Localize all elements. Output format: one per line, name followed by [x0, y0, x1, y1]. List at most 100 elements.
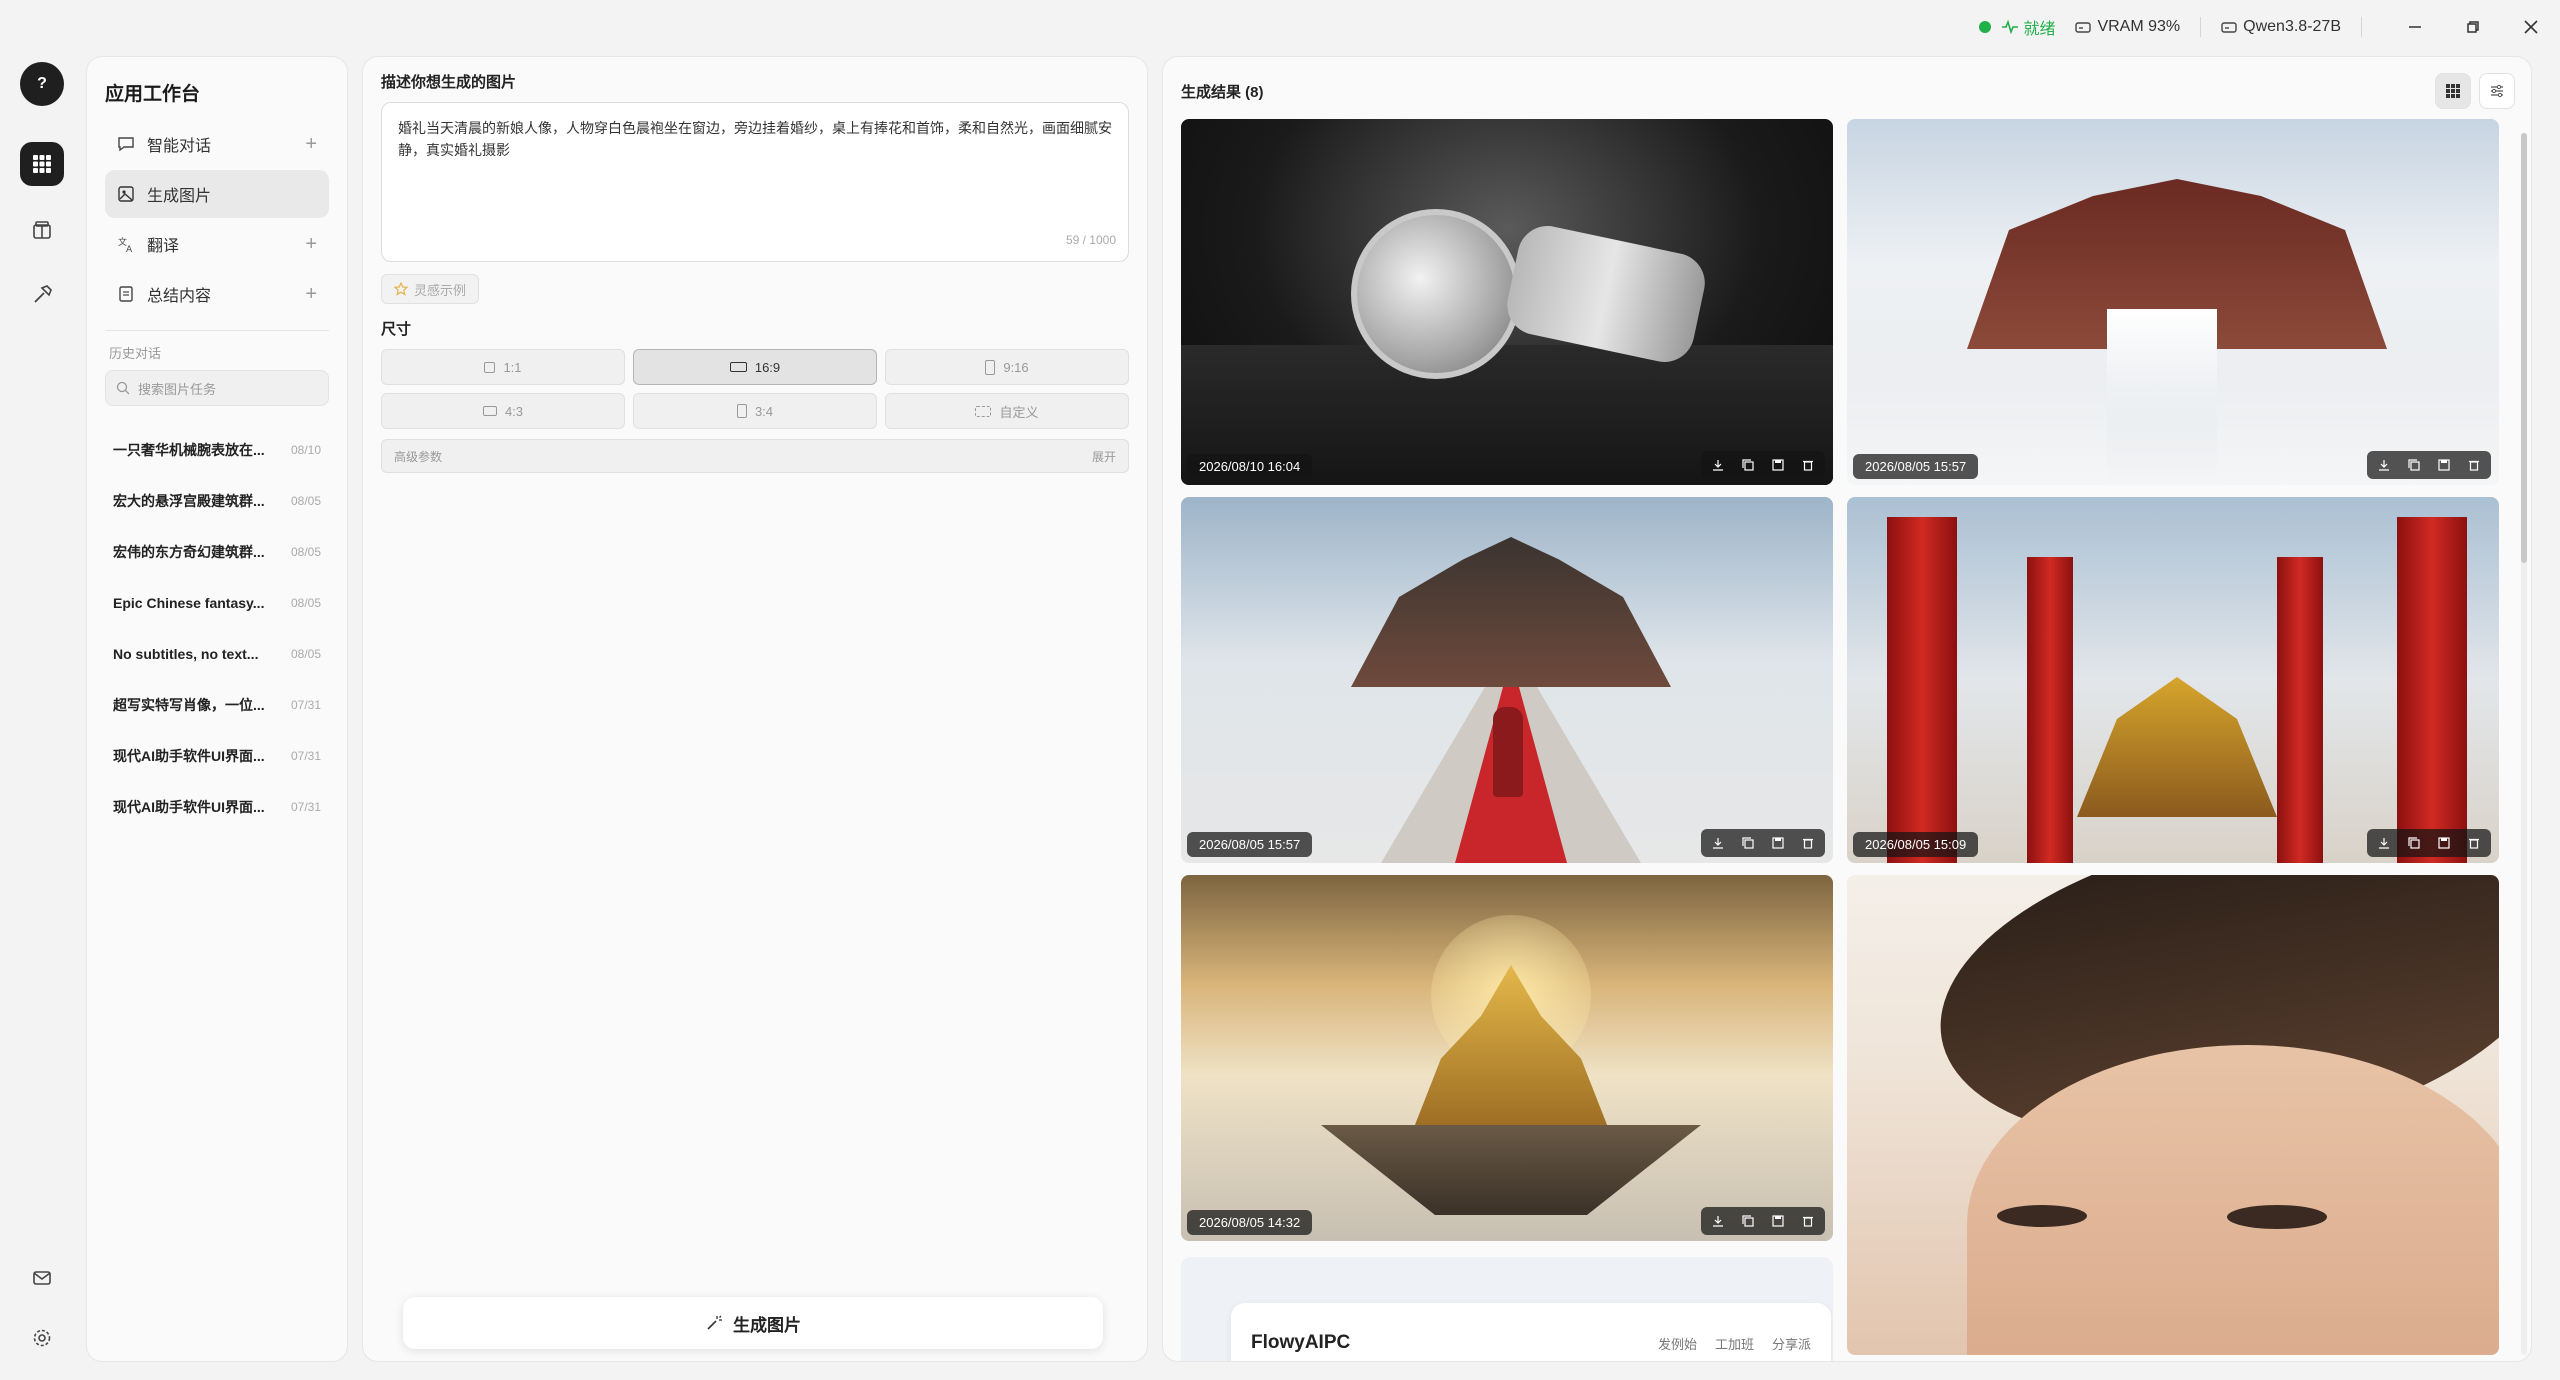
size-option-4-3[interactable]: 4:3	[381, 393, 625, 429]
status-divider	[2200, 17, 2202, 37]
generate-image-button[interactable]: 生成图片	[403, 1297, 1103, 1349]
size-label: 9:16	[1003, 359, 1029, 375]
grid-view-button[interactable]	[2435, 73, 2471, 109]
status-dot-icon	[1979, 21, 1992, 33]
history-item[interactable]: Epic Chinese fantasy... 08/05	[105, 577, 329, 628]
delete-icon[interactable]	[1799, 456, 1817, 474]
generate-label: 生成图片	[733, 1315, 801, 1335]
size-option-1-1[interactable]: 1:1	[381, 349, 625, 385]
rail-tools-button[interactable]	[20, 272, 64, 316]
timestamp: 2026/08/05 15:57	[1853, 454, 1979, 479]
image-toolbar	[1701, 1207, 1825, 1235]
grid-icon	[33, 155, 51, 173]
result-image-portrait[interactable]	[1847, 875, 2499, 1355]
copy-icon[interactable]	[1739, 834, 1757, 852]
figure-shape	[1493, 707, 1523, 797]
history-item[interactable]: 一只奢华机械腕表放在... 08/10	[105, 424, 329, 475]
help-avatar-button[interactable]: ?	[20, 62, 64, 106]
timestamp: 2026/08/05 14:32	[1187, 1210, 1313, 1235]
history-item[interactable]: 超写实特写肖像，一位... 07/31	[105, 679, 329, 730]
download-icon[interactable]	[1709, 834, 1727, 852]
star-icon	[394, 282, 408, 296]
inspiration-label: 灵感示例	[414, 282, 467, 298]
result-image-web-preview[interactable]: FlowyAIPC 发例始 工加班 分享派	[1181, 1257, 1833, 1361]
results-scrollbar[interactable]	[2521, 133, 2527, 1355]
delete-icon[interactable]	[2465, 456, 2483, 474]
nav-item-generate-image[interactable]: 生成图片	[105, 170, 329, 218]
scrollbar-thumb[interactable]	[2521, 133, 2527, 563]
history-item[interactable]: No subtitles, no text... 08/05	[105, 628, 329, 679]
document-icon	[119, 286, 133, 302]
add-translate-icon[interactable]: +	[305, 233, 317, 256]
history-item[interactable]: 现代AI助手软件UI界面... 07/31	[105, 781, 329, 832]
divider	[105, 330, 329, 331]
history-label: 历史对话	[109, 346, 162, 361]
copy-icon[interactable]	[2405, 456, 2423, 474]
landscape-icon	[482, 406, 497, 416]
copy-icon[interactable]	[1739, 1212, 1757, 1230]
result-image-watch[interactable]: 2026/08/10 16:04	[1181, 119, 1833, 485]
prompt-textarea[interactable]: 婚礼当天清晨的新娘人像，人物穿白色晨袍坐在窗边，旁边挂着婚纱，桌上有捧花和首饰，…	[381, 102, 1129, 262]
download-icon[interactable]	[1709, 456, 1727, 474]
image-icon	[118, 186, 134, 202]
web-link: 分享派	[1771, 1336, 1811, 1352]
rail-apps-button[interactable]	[20, 142, 64, 186]
download-icon[interactable]	[1709, 1212, 1727, 1230]
model-status[interactable]: Qwen3.8-27B	[2221, 18, 2341, 36]
copy-icon[interactable]	[2405, 834, 2423, 852]
size-option-16-9[interactable]: 16:9	[633, 349, 877, 385]
size-option-custom[interactable]: 自定义	[885, 393, 1129, 429]
timestamp: 2026/08/10 16:04	[1187, 454, 1313, 479]
prompt-title: 描述你想生成的图片	[381, 74, 517, 91]
sidebar-title: 应用工作台	[105, 84, 201, 105]
filter-button[interactable]	[2479, 73, 2515, 109]
save-icon[interactable]	[2435, 456, 2453, 474]
nav-item-summary[interactable]: 总结内容 +	[105, 270, 329, 318]
web-logo: FlowyAIPC	[1251, 1332, 1351, 1353]
save-icon[interactable]	[1769, 834, 1787, 852]
close-button[interactable]	[2502, 0, 2560, 54]
rail-mail-button[interactable]	[20, 1256, 64, 1300]
minimize-icon	[2409, 26, 2421, 28]
result-image-golden-island[interactable]: 2026/08/05 14:32	[1181, 875, 1833, 1241]
rail-box-button[interactable]	[20, 208, 64, 252]
save-icon[interactable]	[1769, 1212, 1787, 1230]
eye-shape	[2227, 1205, 2327, 1229]
minimize-button[interactable]	[2386, 0, 2444, 54]
image-toolbar	[2367, 829, 2491, 857]
history-item[interactable]: 现代AI助手软件UI界面... 07/31	[105, 730, 329, 781]
add-chat-icon[interactable]: +	[305, 133, 317, 156]
rail-settings-button[interactable]	[20, 1316, 64, 1360]
history-search-input[interactable]: 搜索图片任务	[105, 370, 329, 406]
help-label: ?	[37, 75, 47, 92]
inspiration-button[interactable]: 灵感示例	[381, 274, 480, 304]
drive-icon	[2221, 22, 2237, 33]
result-image-palace-waterfall[interactable]: 2026/08/05 15:57	[1847, 119, 2499, 485]
copy-icon[interactable]	[1739, 456, 1757, 474]
maximize-button[interactable]	[2444, 0, 2502, 54]
result-image-red-carpet-palace[interactable]: 2026/08/05 15:57	[1181, 497, 1833, 863]
floating-island-shape	[1321, 1125, 1701, 1215]
save-icon[interactable]	[1769, 456, 1787, 474]
size-option-3-4[interactable]: 3:4	[633, 393, 877, 429]
download-icon[interactable]	[2375, 456, 2393, 474]
download-icon[interactable]	[2375, 834, 2393, 852]
delete-icon[interactable]	[1799, 834, 1817, 852]
history-item[interactable]: 宏大的悬浮宫殿建筑群... 08/05	[105, 475, 329, 526]
save-icon[interactable]	[2435, 834, 2453, 852]
size-option-9-16[interactable]: 9:16	[885, 349, 1129, 385]
history-item[interactable]: 宏伟的东方奇幻建筑群... 08/05	[105, 526, 329, 577]
nav-item-translate[interactable]: 文A 翻译 +	[105, 220, 329, 268]
advanced-params-toggle[interactable]: 高级参数 展开	[381, 439, 1129, 473]
size-label: 自定义	[999, 404, 1039, 420]
pillar-shape	[1887, 517, 1957, 863]
delete-icon[interactable]	[2465, 834, 2483, 852]
size-label: 16:9	[754, 359, 781, 375]
nav-item-chat[interactable]: 智能对话 +	[105, 120, 329, 168]
delete-icon[interactable]	[1799, 1212, 1817, 1230]
hammer-icon	[34, 285, 52, 303]
portrait-icon	[736, 404, 747, 418]
add-summary-icon[interactable]: +	[305, 283, 317, 306]
result-image-red-pillars[interactable]: 2026/08/05 15:09	[1847, 497, 2499, 863]
square-icon	[484, 361, 496, 373]
